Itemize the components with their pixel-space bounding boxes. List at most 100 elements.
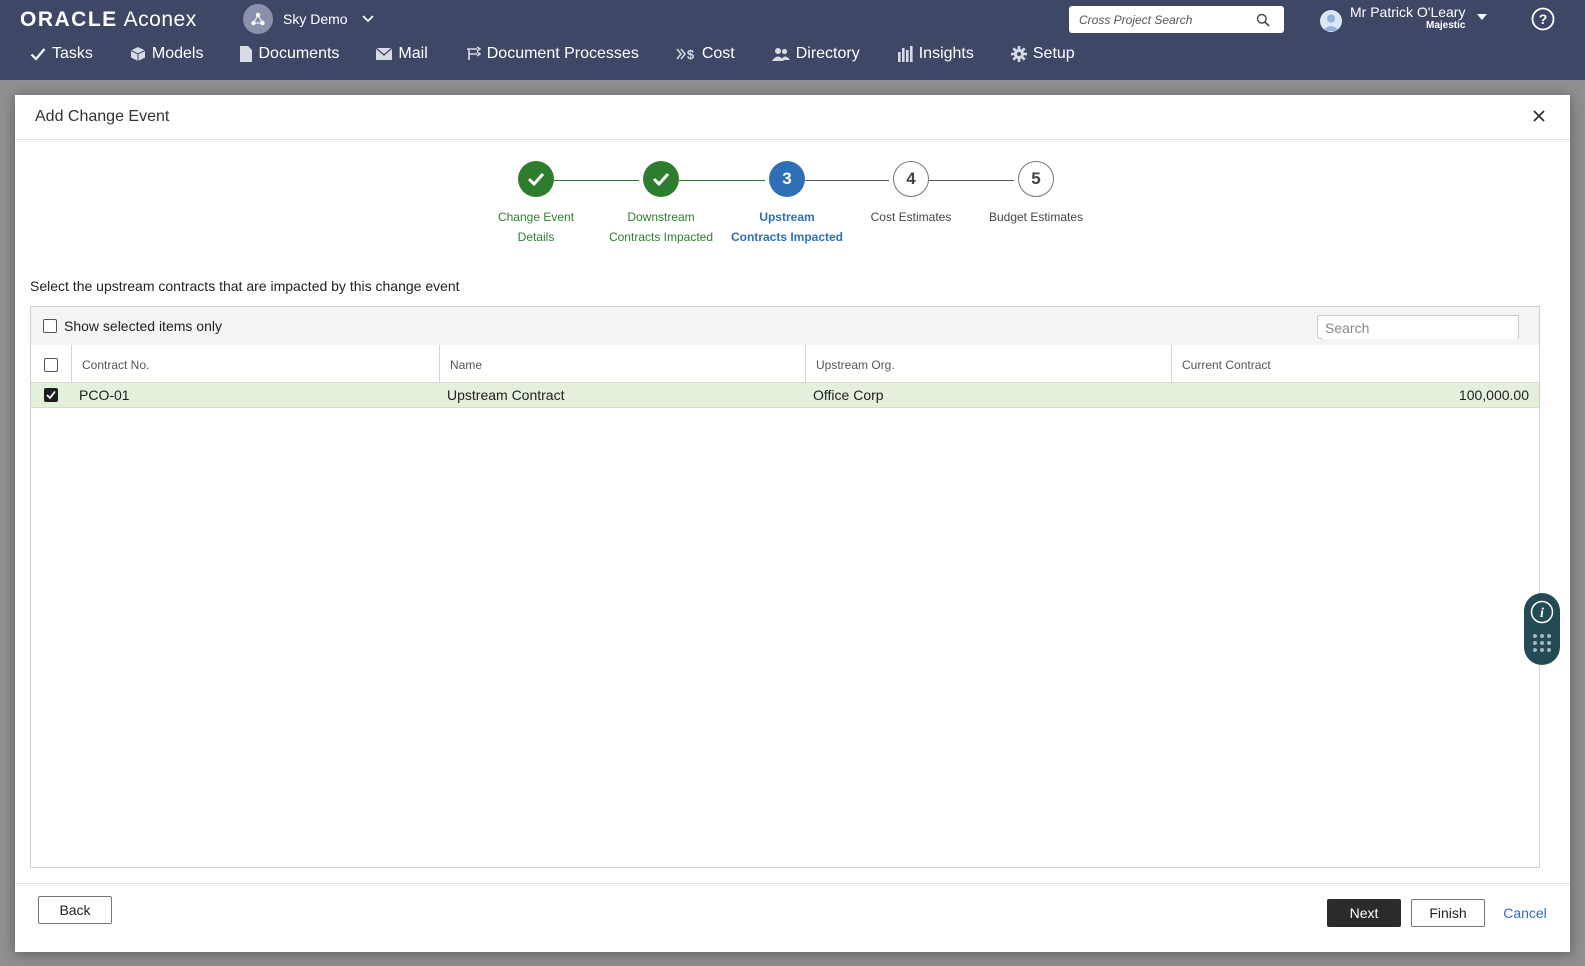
table-toolbar: Show selected items only [31,307,1539,346]
project-switcher[interactable]: Sky Demo [243,4,374,34]
main-nav: Tasks Models Documents Mail Document Pro… [30,45,1112,63]
svg-text:?: ? [1539,11,1548,27]
nav-documents[interactable]: Documents [240,45,339,63]
cell-contract-no: PCO-01 [79,387,130,403]
step-2-circle [643,161,679,197]
step-1-label: Change Event Details [471,207,601,247]
cell-upstream-org: Office Corp [813,387,884,403]
table-search [1317,315,1519,339]
nav-document-processes[interactable]: Document Processes [465,45,639,63]
step-connector [929,180,1014,181]
checkmark-icon [652,172,670,186]
checkmark-icon [527,172,545,186]
step-3-circle: 3 [769,161,805,197]
document-icon [240,46,253,62]
column-header-upstream-org[interactable]: Upstream Org. [805,345,1171,382]
cross-project-search [1069,6,1284,33]
gear-icon [1010,46,1027,62]
step-label-line: Upstream [759,210,815,224]
row-checkbox[interactable] [44,388,58,402]
table-search-input[interactable] [1323,317,1517,339]
nav-label: Tasks [52,45,93,62]
step-label-line: Cost Estimates [870,210,952,224]
finish-button[interactable]: Finish [1411,899,1485,927]
table-row[interactable]: PCO-01 Upstream Contract Office Corp 100… [31,383,1539,408]
show-selected-label: Show selected items only [64,318,222,334]
cancel-button[interactable]: Cancel [1500,899,1550,927]
dialog-title: Add Change Event [35,108,170,125]
nav-models[interactable]: Models [130,45,204,63]
nav-directory[interactable]: Directory [771,45,860,63]
cube-icon [130,47,146,61]
project-network-icon [243,4,273,34]
instruction-text: Select the upstream contracts that are i… [30,278,460,294]
cost-icon: $ [676,47,695,62]
step-connector [805,180,889,181]
step-4-label: Cost Estimates [846,207,976,227]
nav-label: Directory [795,45,860,62]
envelope-icon [376,48,393,60]
nav-cost[interactable]: $ Cost [676,45,735,63]
dialog-footer: Back Next Finish Cancel [15,883,1570,953]
info-icon[interactable]: i [1529,599,1555,625]
user-organization: Majestic [1426,20,1466,31]
column-header-name[interactable]: Name [439,345,805,382]
add-change-event-dialog: Add Change Event 3 4 5 Change Event Deta… [15,95,1570,952]
back-button[interactable]: Back [38,896,112,924]
logo-oracle-text: ORACLE [20,8,118,31]
step-5-circle: 5 [1018,161,1054,197]
nav-setup[interactable]: Setup [1010,45,1075,63]
chevron-down-icon [361,15,374,23]
user-menu[interactable]: Mr Patrick O'Leary Majestic [1320,4,1488,32]
table-header: Contract No. Name Upstream Org. Current … [31,345,1539,383]
oracle-aconex-logo[interactable]: ORACLE Aconex [20,8,197,32]
contracts-table-panel: Show selected items only Contract No. Na… [30,306,1540,868]
column-header-contract-no[interactable]: Contract No. [71,345,439,382]
step-2-label: Downstream Contracts Impacted [596,207,726,247]
select-all-checkbox[interactable] [44,358,58,372]
nav-label: Mail [398,45,428,62]
user-name: Mr Patrick O'Leary [1350,4,1466,20]
step-5-label: Budget Estimates [971,207,1101,227]
step-connector [554,180,639,181]
step-label-line: Change Event [497,210,575,224]
step-label-line: Downstream [627,210,695,224]
keypad-icon[interactable] [1531,633,1553,653]
nav-label: Setup [1032,45,1075,62]
column-header-current-contract[interactable]: Current Contract [1171,345,1539,382]
cross-project-search-input[interactable] [1077,11,1256,28]
help-icon[interactable]: ? [1531,7,1555,31]
logo-aconex-text: Aconex [123,8,197,31]
svg-text:i: i [1540,606,1544,621]
show-selected-checkbox[interactable] [43,319,57,333]
svg-text:$: $ [687,47,695,62]
bar-chart-icon [897,46,913,62]
workflow-icon [466,46,481,60]
nav-label: Cost [701,45,735,62]
project-name: Sky Demo [283,11,348,27]
nav-insights[interactable]: Insights [897,45,974,63]
top-bar: ORACLEAconex Sky Demo Mr Patrick O'Leary… [0,0,1585,80]
nav-label: Models [151,45,204,62]
avatar [1320,10,1342,32]
step-connector [679,180,765,181]
nav-mail[interactable]: Mail [376,45,428,63]
people-icon [771,48,790,61]
search-icon[interactable] [1256,13,1270,27]
next-button[interactable]: Next [1327,899,1401,927]
nav-tasks[interactable]: Tasks [30,45,93,63]
step-label-line: Details [517,230,555,244]
step-3-label: Upstream Contracts Impacted [722,207,852,247]
dialog-header: Add Change Event [15,95,1570,140]
cell-current-contract: 100,000.00 [1458,387,1529,403]
check-icon [30,48,46,61]
step-4-circle: 4 [893,161,929,197]
nav-label: Documents [258,45,340,62]
cell-name: Upstream Contract [447,387,565,403]
close-icon[interactable] [1532,109,1546,123]
nav-label: Document Processes [486,45,639,62]
nav-label: Insights [918,45,974,62]
step-label-line: Budget Estimates [988,210,1084,224]
floating-help-widget[interactable]: i [1524,593,1560,665]
checkmark-icon [46,390,56,400]
